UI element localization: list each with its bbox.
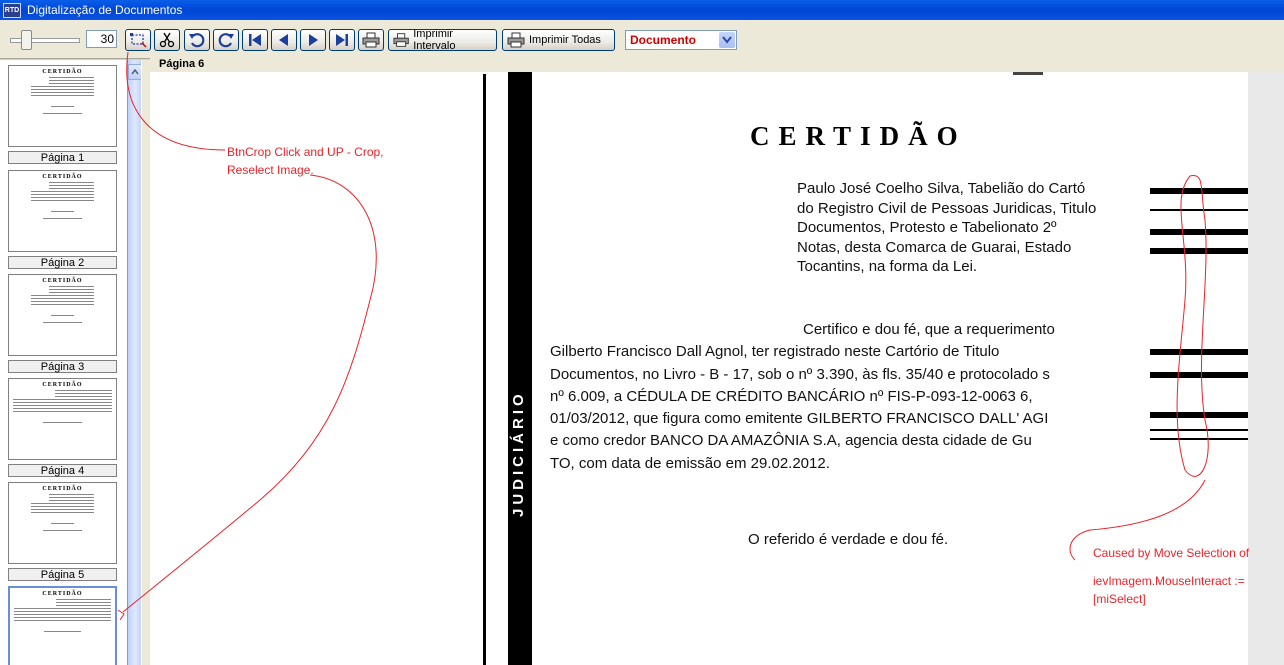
page-border-line — [483, 74, 486, 665]
prev-icon — [279, 34, 288, 46]
scissors-icon — [159, 32, 175, 48]
rule-line — [1150, 438, 1248, 440]
rule-line — [1150, 412, 1248, 418]
zoom-input[interactable]: 30 — [86, 30, 117, 48]
next-page-button[interactable] — [300, 29, 326, 51]
document-title: CERTIDÃO — [750, 121, 967, 151]
header-line: do Registro Civil de Pessoas Juridicas, … — [797, 199, 1097, 217]
thumbnail-page-5[interactable]: CERTIDÃO — [8, 482, 117, 564]
thumbnail-label-5: Página 5 — [8, 568, 117, 581]
thumbnail-label-1: Página 1 — [8, 151, 117, 164]
printer-icon — [507, 32, 525, 48]
header-line: Notas, desta Comarca de Guarai, Estado — [797, 238, 1072, 256]
thumbnail-title: CERTIDÃO — [42, 174, 83, 180]
side-band-text: JUDICIÁRIO — [510, 390, 527, 517]
annotation-move-note: Caused by Move Selection of ievImagem.Mo… — [1093, 544, 1249, 608]
rule-line — [1150, 372, 1248, 378]
rule-line — [1150, 429, 1248, 431]
annotation-crop-note: BtnCrop Click and UP - Crop, Reselect Im… — [227, 143, 384, 179]
body-line: nº 6.009, a CÉDULA DE CRÉDITO BANCÁRIO n… — [550, 387, 1033, 405]
annotation-text: [miSelect] — [1093, 592, 1146, 606]
rule-line — [1150, 229, 1248, 235]
crop-button[interactable] — [125, 29, 151, 51]
rule-line — [1150, 349, 1248, 355]
page-header: Página 6 — [150, 58, 1284, 73]
printer-icon — [393, 33, 409, 47]
thumbnail-title: CERTIDÃO — [42, 591, 83, 597]
print-interval-button[interactable]: Imprimir Intervalo — [388, 28, 497, 52]
thumbnail-page-6[interactable]: CERTIDÃO — [8, 586, 117, 665]
last-page-icon — [336, 34, 348, 46]
zoom-slider[interactable] — [10, 29, 80, 51]
header-line: Documentos, Protesto e Tabelionato 2º — [797, 219, 1057, 236]
header-line: Tocantins, na forma da Lei. — [797, 258, 978, 275]
rotate-right-icon — [218, 33, 234, 48]
window-title: Digitalização de Documentos — [27, 3, 183, 17]
page-label: Página 6 — [159, 58, 205, 70]
rule-line — [1150, 209, 1248, 211]
viewer-margin — [1248, 72, 1284, 665]
doc-type-select[interactable]: Documento — [625, 30, 737, 50]
body-line: 01/03/2012, que figura como emitente GIL… — [550, 410, 1049, 428]
toolbar: 30 Imprimir Intervalo Imprimir Todas Doc… — [0, 20, 1284, 59]
chevron-down-icon[interactable] — [719, 32, 735, 48]
last-page-button[interactable] — [329, 29, 355, 51]
title-bar: RTD Digitalização de Documentos — [0, 0, 1284, 20]
thumbnail-label-4: Página 4 — [8, 464, 117, 477]
thumbnail-page-3[interactable]: CERTIDÃO — [8, 274, 117, 356]
first-page-icon — [249, 34, 261, 46]
side-band — [508, 72, 532, 665]
first-page-button[interactable] — [242, 29, 268, 51]
thumbnail-label-3: Página 3 — [8, 360, 117, 373]
annotation-text: BtnCrop Click and UP - Crop, — [227, 145, 384, 159]
zoom-slider-thumb[interactable] — [21, 30, 32, 50]
thumbnail-title: CERTIDÃO — [42, 486, 83, 492]
crop-icon — [130, 33, 147, 48]
thumbnail-title: CERTIDÃO — [42, 278, 83, 284]
scroll-up-icon[interactable] — [128, 64, 142, 80]
thumbnail-panel: CERTIDÃO Página 1 CERTIDÃO Página 2 CERT… — [0, 60, 128, 665]
print-all-button[interactable]: Imprimir Todas — [502, 29, 615, 51]
thumbnail-page-4[interactable]: CERTIDÃO — [8, 378, 117, 460]
document-closing: O referido é verdade e dou fé. — [748, 531, 949, 548]
thumbnail-title: CERTIDÃO — [42, 382, 83, 388]
body-line: TO, com data de emissão em 29.02.2012. — [550, 454, 830, 472]
print-button[interactable] — [358, 29, 384, 51]
printer-icon — [362, 32, 380, 48]
thumbnail-label-2: Página 2 — [8, 256, 117, 269]
thumbnail-page-1[interactable]: CERTIDÃO — [8, 65, 117, 147]
annotation-text: Caused by Move Selection of — [1093, 546, 1250, 560]
annotation-text: ievImagem.MouseInteract := — [1093, 574, 1245, 588]
print-all-label: Imprimir Todas — [529, 34, 601, 46]
rule-line — [1150, 248, 1248, 254]
body-line: Gilberto Francisco Dall Agnol, ter regis… — [550, 343, 1000, 361]
cut-button[interactable] — [154, 29, 180, 51]
next-icon — [309, 34, 318, 46]
header-line: Paulo José Coelho Silva, Tabelião do Car… — [797, 180, 1086, 197]
body-line: Documentos, no Livro - B - 17, sob o nº … — [550, 365, 1050, 383]
thumbnail-title: CERTIDÃO — [42, 69, 83, 75]
rotate-left-icon — [189, 33, 205, 48]
doc-type-value: Documento — [630, 33, 696, 47]
annotation-text: Reselect Image. — [227, 163, 314, 177]
thumbnail-page-2[interactable]: CERTIDÃO — [8, 170, 117, 252]
body-line: e como credor BANCO DA AMAZÔNIA S.A, age… — [550, 432, 1032, 450]
body-line: Certifico e dou fé, que a requerimento — [803, 321, 1055, 338]
prev-page-button[interactable] — [271, 29, 297, 51]
document-body-text: Certifico e dou fé, que a requerimento G… — [550, 319, 1160, 475]
rotate-right-button[interactable] — [213, 29, 239, 51]
rule-line — [1150, 188, 1248, 194]
app-icon: RTD — [3, 2, 21, 18]
rotate-left-button[interactable] — [184, 29, 210, 51]
document-header-text: Paulo José Coelho Silva, Tabelião do Car… — [797, 179, 1157, 277]
thumbnail-scrollbar[interactable] — [127, 60, 142, 665]
print-interval-label: Imprimir Intervalo — [413, 28, 456, 52]
